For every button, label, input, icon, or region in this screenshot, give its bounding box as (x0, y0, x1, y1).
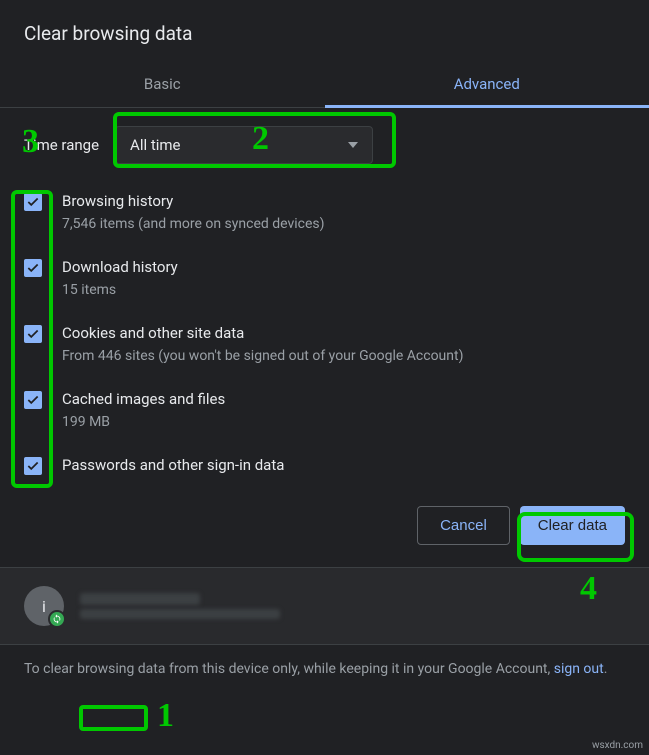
checkbox-passwords[interactable] (24, 457, 42, 475)
checkbox-browsing-history[interactable] (24, 193, 42, 211)
sign-out-link[interactable]: sign out (554, 661, 604, 677)
option-title: Browsing history (62, 190, 625, 212)
annotation-box-1 (79, 705, 148, 731)
check-icon (26, 393, 40, 407)
option-title: Cookies and other site data (62, 322, 625, 344)
checkbox-download-history[interactable] (24, 259, 42, 277)
account-info (80, 589, 625, 623)
option-passwords[interactable]: Passwords and other sign-in data (24, 444, 625, 488)
time-range-row: Time range All time (0, 108, 649, 174)
time-range-value: All time (130, 136, 180, 154)
option-text: Cached images and files 199 MB (62, 388, 625, 432)
option-text: Passwords and other sign-in data (62, 454, 625, 476)
option-cookies[interactable]: Cookies and other site data From 446 sit… (24, 312, 625, 378)
tab-advanced[interactable]: Advanced (325, 63, 649, 107)
option-title: Passwords and other sign-in data (62, 454, 625, 476)
option-text: Cookies and other site data From 446 sit… (62, 322, 625, 366)
time-range-select[interactable]: All time (115, 126, 373, 164)
chevron-down-icon (348, 142, 358, 148)
clear-browsing-data-dialog: Clear browsing data Basic Advanced Time … (0, 0, 649, 693)
account-name-redacted (80, 593, 200, 605)
option-text: Download history 15 items (62, 256, 625, 300)
tab-basic[interactable]: Basic (0, 63, 325, 107)
option-download-history[interactable]: Download history 15 items (24, 246, 625, 312)
sign-out-hint: To clear browsing data from this device … (0, 645, 649, 693)
clear-data-button[interactable]: Clear data (520, 506, 625, 545)
option-subtitle: From 446 sites (you won't be signed out … (62, 346, 625, 366)
sync-icon (48, 610, 66, 628)
tabs: Basic Advanced (0, 63, 649, 108)
time-range-label: Time range (24, 136, 99, 154)
check-icon (26, 261, 40, 275)
dialog-actions: Cancel Clear data (0, 488, 649, 567)
option-cached[interactable]: Cached images and files 199 MB (24, 378, 625, 444)
option-subtitle: 15 items (62, 280, 625, 300)
cancel-button[interactable]: Cancel (417, 506, 510, 545)
avatar-wrap: i (24, 586, 64, 626)
watermark: wsxdn.com (592, 740, 643, 751)
option-subtitle: 7,546 items (and more on synced devices) (62, 214, 625, 234)
checkbox-cookies[interactable] (24, 325, 42, 343)
option-browsing-history[interactable]: Browsing history 7,546 items (and more o… (24, 180, 625, 246)
account-row: i (0, 567, 649, 645)
option-title: Cached images and files (62, 388, 625, 410)
option-subtitle: 199 MB (62, 412, 625, 432)
account-email-redacted (80, 609, 280, 619)
hint-post: . (604, 661, 608, 677)
option-title: Download history (62, 256, 625, 278)
option-text: Browsing history 7,546 items (and more o… (62, 190, 625, 234)
check-icon (26, 195, 40, 209)
hint-pre: To clear browsing data from this device … (24, 661, 554, 677)
dialog-title: Clear browsing data (0, 0, 649, 63)
options-list: Browsing history 7,546 items (and more o… (0, 174, 649, 488)
check-icon (26, 327, 40, 341)
checkbox-cached[interactable] (24, 391, 42, 409)
check-icon (26, 459, 40, 473)
annotation-number-1: 1 (157, 697, 174, 735)
